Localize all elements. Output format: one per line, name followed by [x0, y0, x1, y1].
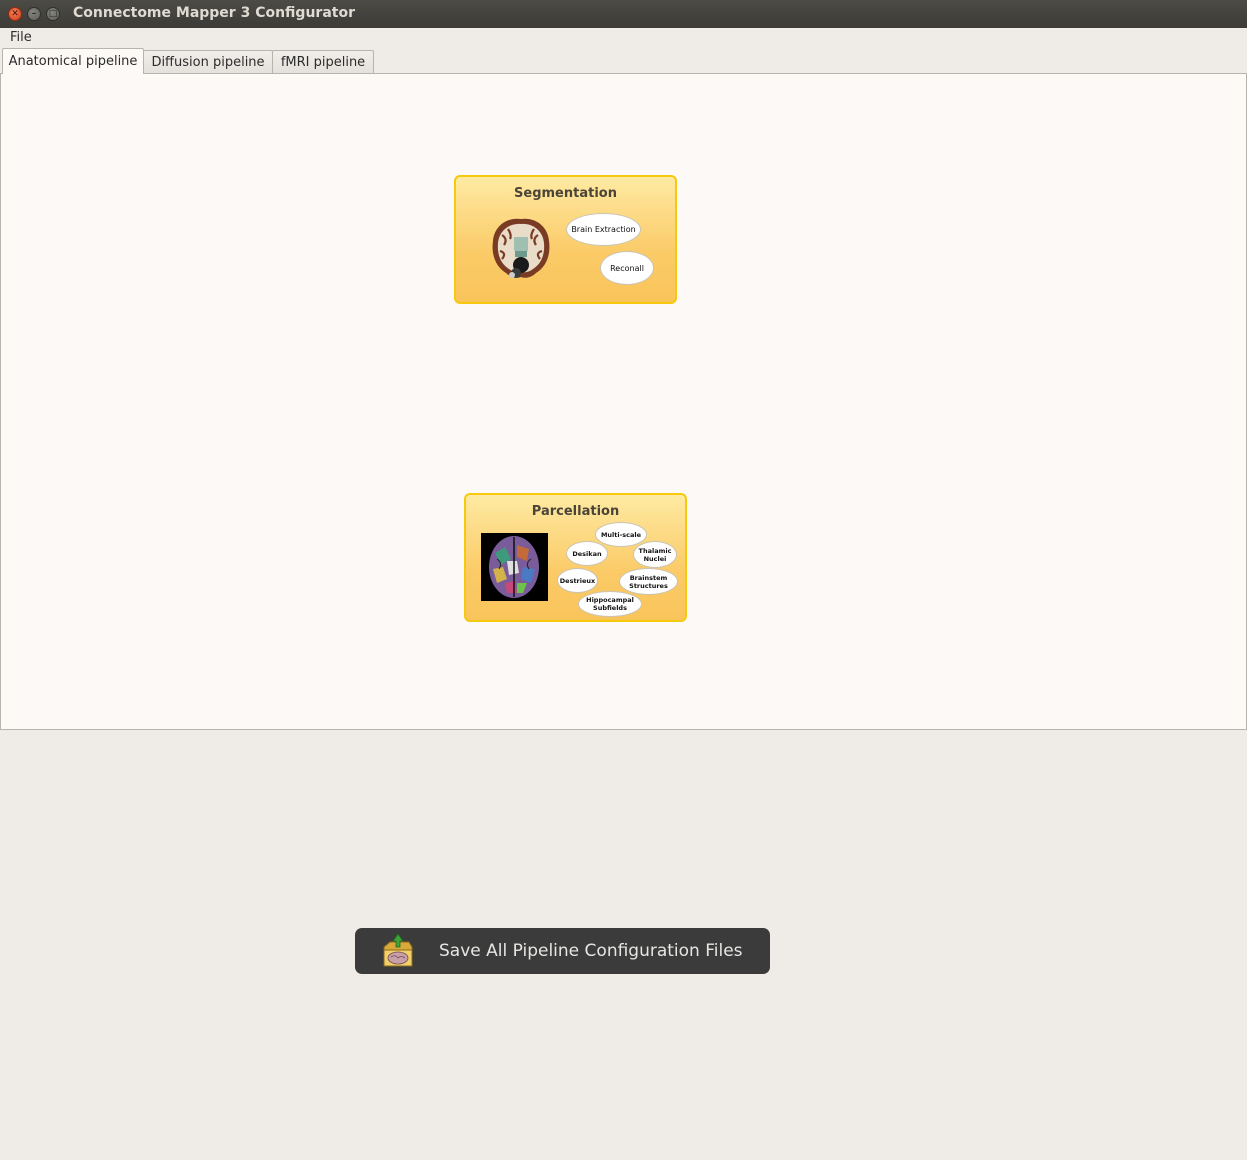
desikan-oval: Desikan — [566, 541, 608, 566]
menubar: File — [0, 28, 1247, 48]
brain-extraction-oval: Brain Extraction — [566, 213, 641, 246]
hippocampal-subfields-oval: Hippocampal Subfields — [578, 591, 642, 617]
segmentation-title: Segmentation — [514, 186, 617, 201]
minimize-icon: – — [31, 9, 37, 19]
brainstem-structures-oval: Brainstem Structures — [619, 568, 678, 595]
tab-diffusion-pipeline[interactable]: Diffusion pipeline — [143, 50, 273, 73]
save-all-label: Save All Pipeline Configuration Files — [439, 941, 743, 961]
segmentation-stage-button[interactable]: Segmentation Brain Extraction Reconall — [454, 175, 677, 304]
window-close-button[interactable]: ✕ — [8, 7, 22, 21]
parcellation-stage-button[interactable]: Parcellation Multi-scale Desikan Thalami… — [464, 493, 687, 622]
window-titlebar: ✕ – □ Connectome Mapper 3 Configurator — [0, 0, 1247, 28]
multi-scale-oval: Multi-scale — [595, 522, 647, 547]
anatomical-pipeline-pane: Segmentation Brain Extraction Reconall P… — [0, 73, 1247, 730]
destrieux-oval: Destrieux — [557, 568, 598, 593]
window-title: Connectome Mapper 3 Configurator — [73, 5, 355, 21]
parcellation-title: Parcellation — [531, 504, 620, 519]
tab-fmri-pipeline[interactable]: fMRI pipeline — [272, 50, 374, 73]
close-icon: ✕ — [11, 9, 19, 19]
window-maximize-button[interactable]: □ — [46, 7, 60, 21]
brain-coronal-icon — [492, 218, 550, 278]
maximize-icon: □ — [48, 9, 58, 19]
thalamic-nuclei-oval: Thalamic Nuclei — [633, 541, 677, 568]
save-folder-icon — [383, 933, 413, 967]
reconall-oval: Reconall — [600, 251, 654, 285]
menu-file[interactable]: File — [10, 30, 32, 45]
tab-anatomical-pipeline[interactable]: Anatomical pipeline — [2, 48, 144, 74]
window-minimize-button[interactable]: – — [27, 7, 41, 21]
brain-parcellation-icon — [481, 533, 548, 601]
save-all-configurations-button[interactable]: Save All Pipeline Configuration Files — [355, 928, 770, 974]
